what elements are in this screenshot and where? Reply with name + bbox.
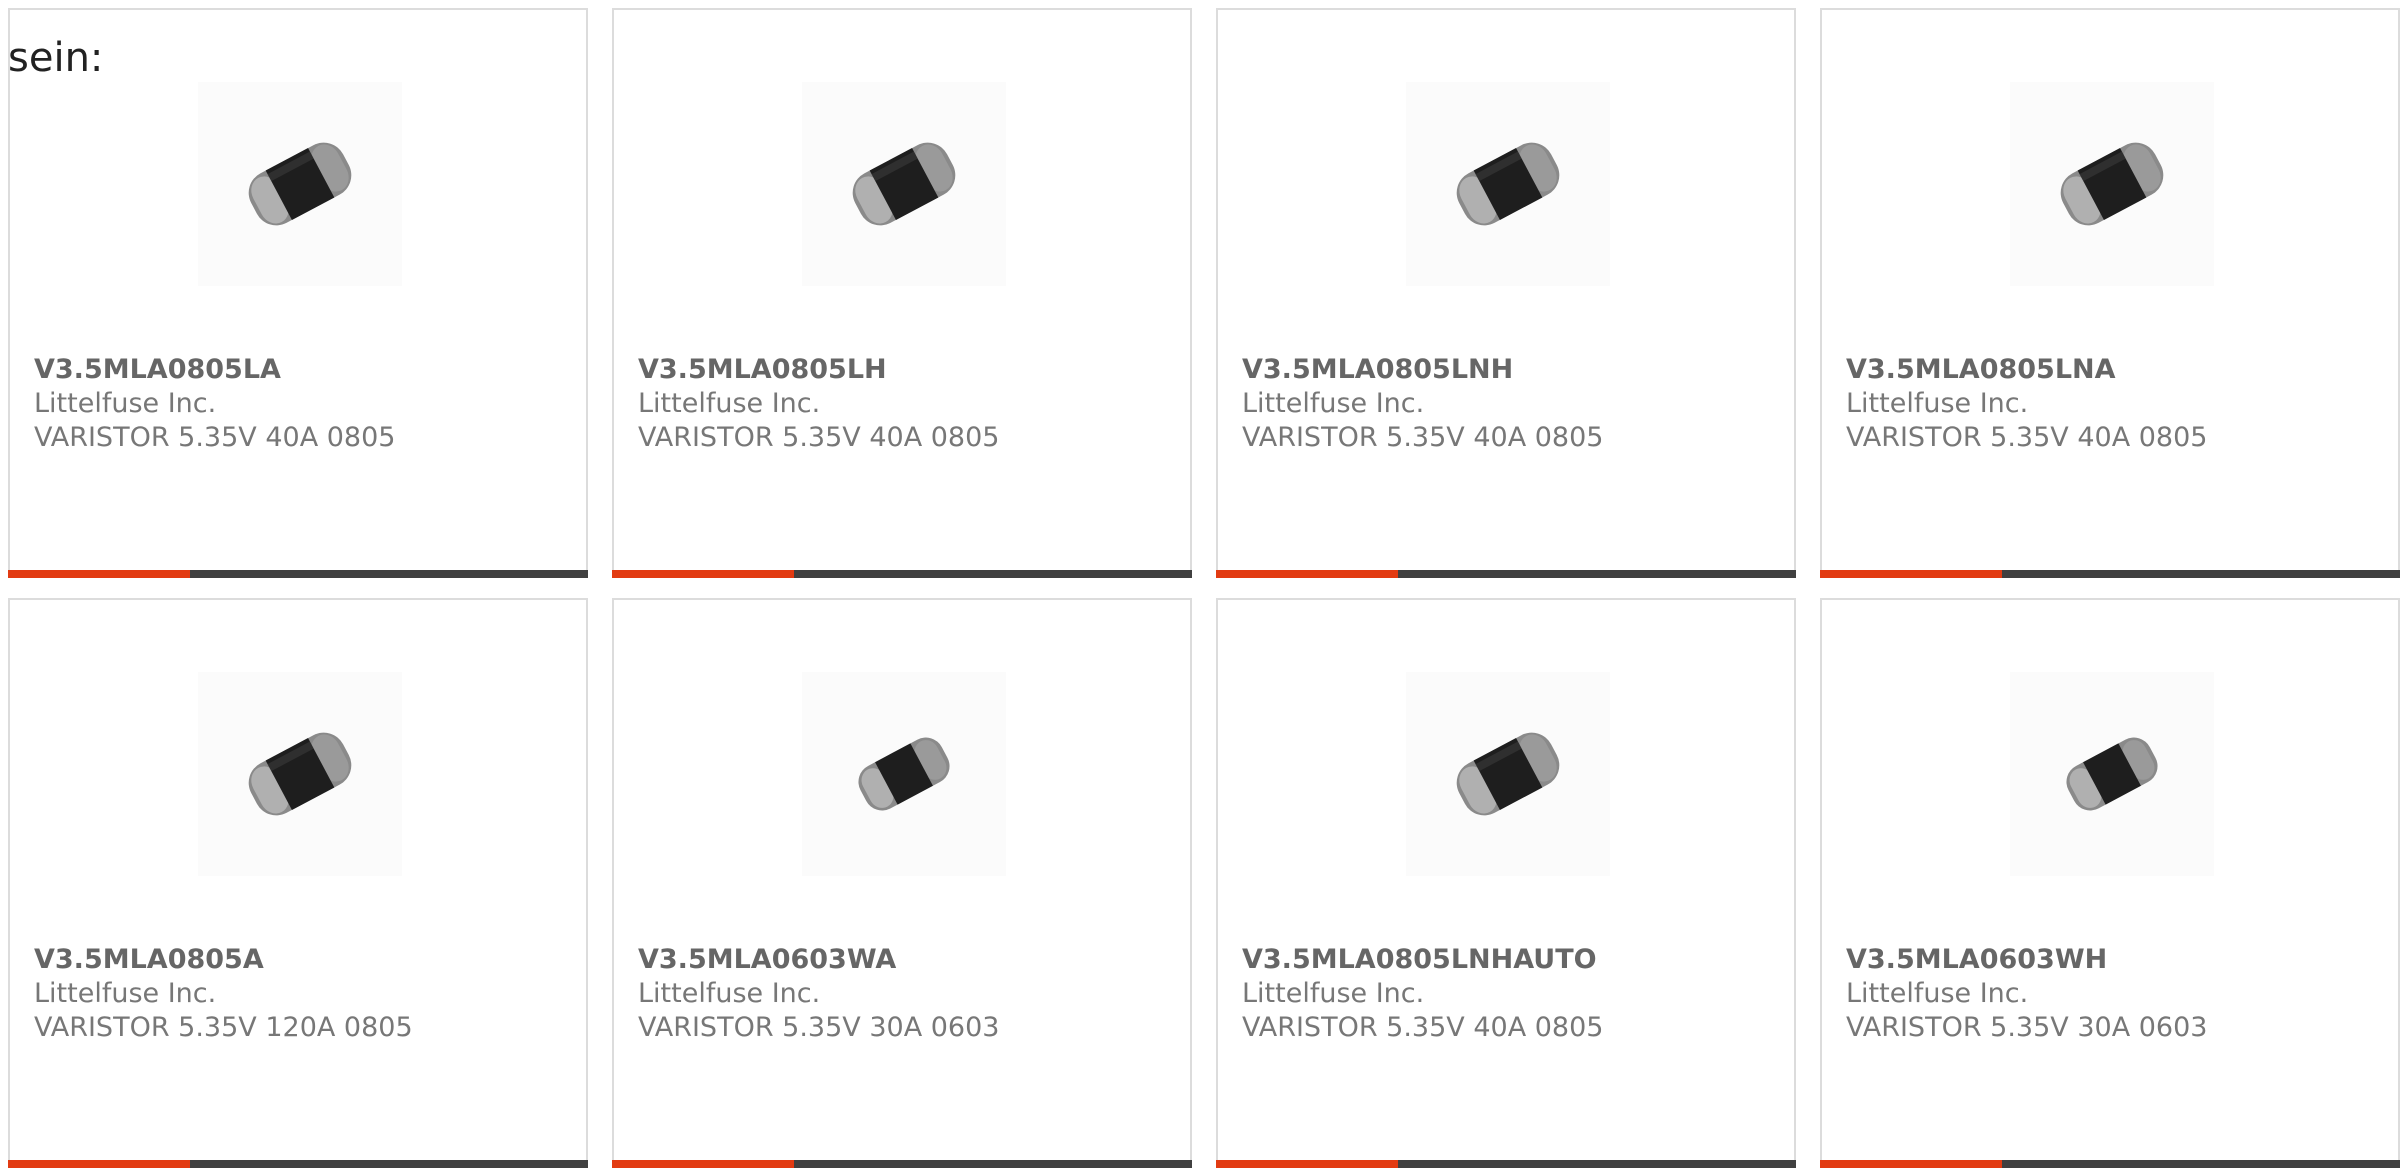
product-card[interactable]: V3.5MLA0805LNA Littelfuse Inc. VARISTOR … bbox=[1820, 8, 2400, 578]
part-number[interactable]: V3.5MLA0805LNHAUTO bbox=[1242, 943, 1597, 977]
product-description: VARISTOR 5.35V 120A 0805 bbox=[34, 1012, 413, 1043]
product-description: VARISTOR 5.35V 30A 0603 bbox=[1846, 1012, 2208, 1043]
card-footer-bar bbox=[1820, 1160, 2400, 1168]
intro-text: sein: bbox=[8, 35, 104, 81]
part-number[interactable]: V3.5MLA0805A bbox=[34, 943, 264, 977]
product-image[interactable] bbox=[2010, 82, 2214, 286]
varistor-chip-image bbox=[248, 142, 352, 226]
product-card[interactable]: V3.5MLA0603WH Littelfuse Inc. VARISTOR 5… bbox=[1820, 598, 2400, 1168]
product-card[interactable]: V3.5MLA0805A Littelfuse Inc. VARISTOR 5.… bbox=[8, 598, 588, 1168]
card-accent-bar bbox=[1216, 570, 1398, 578]
product-image[interactable] bbox=[802, 672, 1006, 876]
card-footer-bar bbox=[8, 1160, 588, 1168]
manufacturer: Littelfuse Inc. bbox=[1846, 388, 2029, 419]
manufacturer: Littelfuse Inc. bbox=[34, 388, 217, 419]
manufacturer: Littelfuse Inc. bbox=[1242, 388, 1425, 419]
card-accent-bar bbox=[8, 570, 190, 578]
part-number[interactable]: V3.5MLA0805LNH bbox=[1242, 353, 1513, 387]
product-description: VARISTOR 5.35V 40A 0805 bbox=[1846, 422, 2208, 453]
card-accent-bar bbox=[612, 570, 794, 578]
product-card[interactable]: V3.5MLA0603WA Littelfuse Inc. VARISTOR 5… bbox=[612, 598, 1192, 1168]
product-image[interactable] bbox=[1406, 672, 1610, 876]
manufacturer: Littelfuse Inc. bbox=[638, 388, 821, 419]
product-description: VARISTOR 5.35V 40A 0805 bbox=[34, 422, 396, 453]
card-accent-bar bbox=[1820, 570, 2002, 578]
part-number[interactable]: V3.5MLA0805LA bbox=[34, 353, 281, 387]
card-accent-bar bbox=[612, 1160, 794, 1168]
varistor-chip-image bbox=[2066, 737, 2158, 811]
product-description: VARISTOR 5.35V 40A 0805 bbox=[638, 422, 1000, 453]
card-footer-bar bbox=[612, 1160, 1192, 1168]
card-accent-bar bbox=[8, 1160, 190, 1168]
varistor-chip-image bbox=[852, 142, 956, 226]
manufacturer: Littelfuse Inc. bbox=[1846, 978, 2029, 1009]
product-image[interactable] bbox=[2010, 672, 2214, 876]
varistor-chip-image bbox=[248, 732, 352, 816]
product-card[interactable]: V3.5MLA0805LNHAUTO Littelfuse Inc. VARIS… bbox=[1216, 598, 1796, 1168]
part-number[interactable]: V3.5MLA0805LH bbox=[638, 353, 887, 387]
product-image[interactable] bbox=[198, 82, 402, 286]
varistor-chip-image bbox=[2060, 142, 2164, 226]
part-number[interactable]: V3.5MLA0603WA bbox=[638, 943, 896, 977]
manufacturer: Littelfuse Inc. bbox=[1242, 978, 1425, 1009]
card-footer-bar bbox=[1216, 1160, 1796, 1168]
product-image[interactable] bbox=[198, 672, 402, 876]
manufacturer: Littelfuse Inc. bbox=[34, 978, 217, 1009]
card-footer-bar bbox=[1216, 570, 1796, 578]
varistor-chip-image bbox=[1456, 142, 1560, 226]
manufacturer: Littelfuse Inc. bbox=[638, 978, 821, 1009]
product-card[interactable]: V3.5MLA0805LA Littelfuse Inc. VARISTOR 5… bbox=[8, 8, 588, 578]
card-accent-bar bbox=[1820, 1160, 2002, 1168]
product-image[interactable] bbox=[1406, 82, 1610, 286]
part-number[interactable]: V3.5MLA0805LNA bbox=[1846, 353, 2116, 387]
varistor-chip-image bbox=[858, 737, 950, 811]
card-accent-bar bbox=[1216, 1160, 1398, 1168]
card-footer-bar bbox=[8, 570, 588, 578]
varistor-chip-image bbox=[1456, 732, 1560, 816]
product-card[interactable]: V3.5MLA0805LH Littelfuse Inc. VARISTOR 5… bbox=[612, 8, 1192, 578]
product-description: VARISTOR 5.35V 40A 0805 bbox=[1242, 422, 1604, 453]
part-number[interactable]: V3.5MLA0603WH bbox=[1846, 943, 2107, 977]
product-description: VARISTOR 5.35V 40A 0805 bbox=[1242, 1012, 1604, 1043]
card-footer-bar bbox=[1820, 570, 2400, 578]
card-footer-bar bbox=[612, 570, 1192, 578]
product-image[interactable] bbox=[802, 82, 1006, 286]
product-description: VARISTOR 5.35V 30A 0603 bbox=[638, 1012, 1000, 1043]
product-card[interactable]: V3.5MLA0805LNH Littelfuse Inc. VARISTOR … bbox=[1216, 8, 1796, 578]
